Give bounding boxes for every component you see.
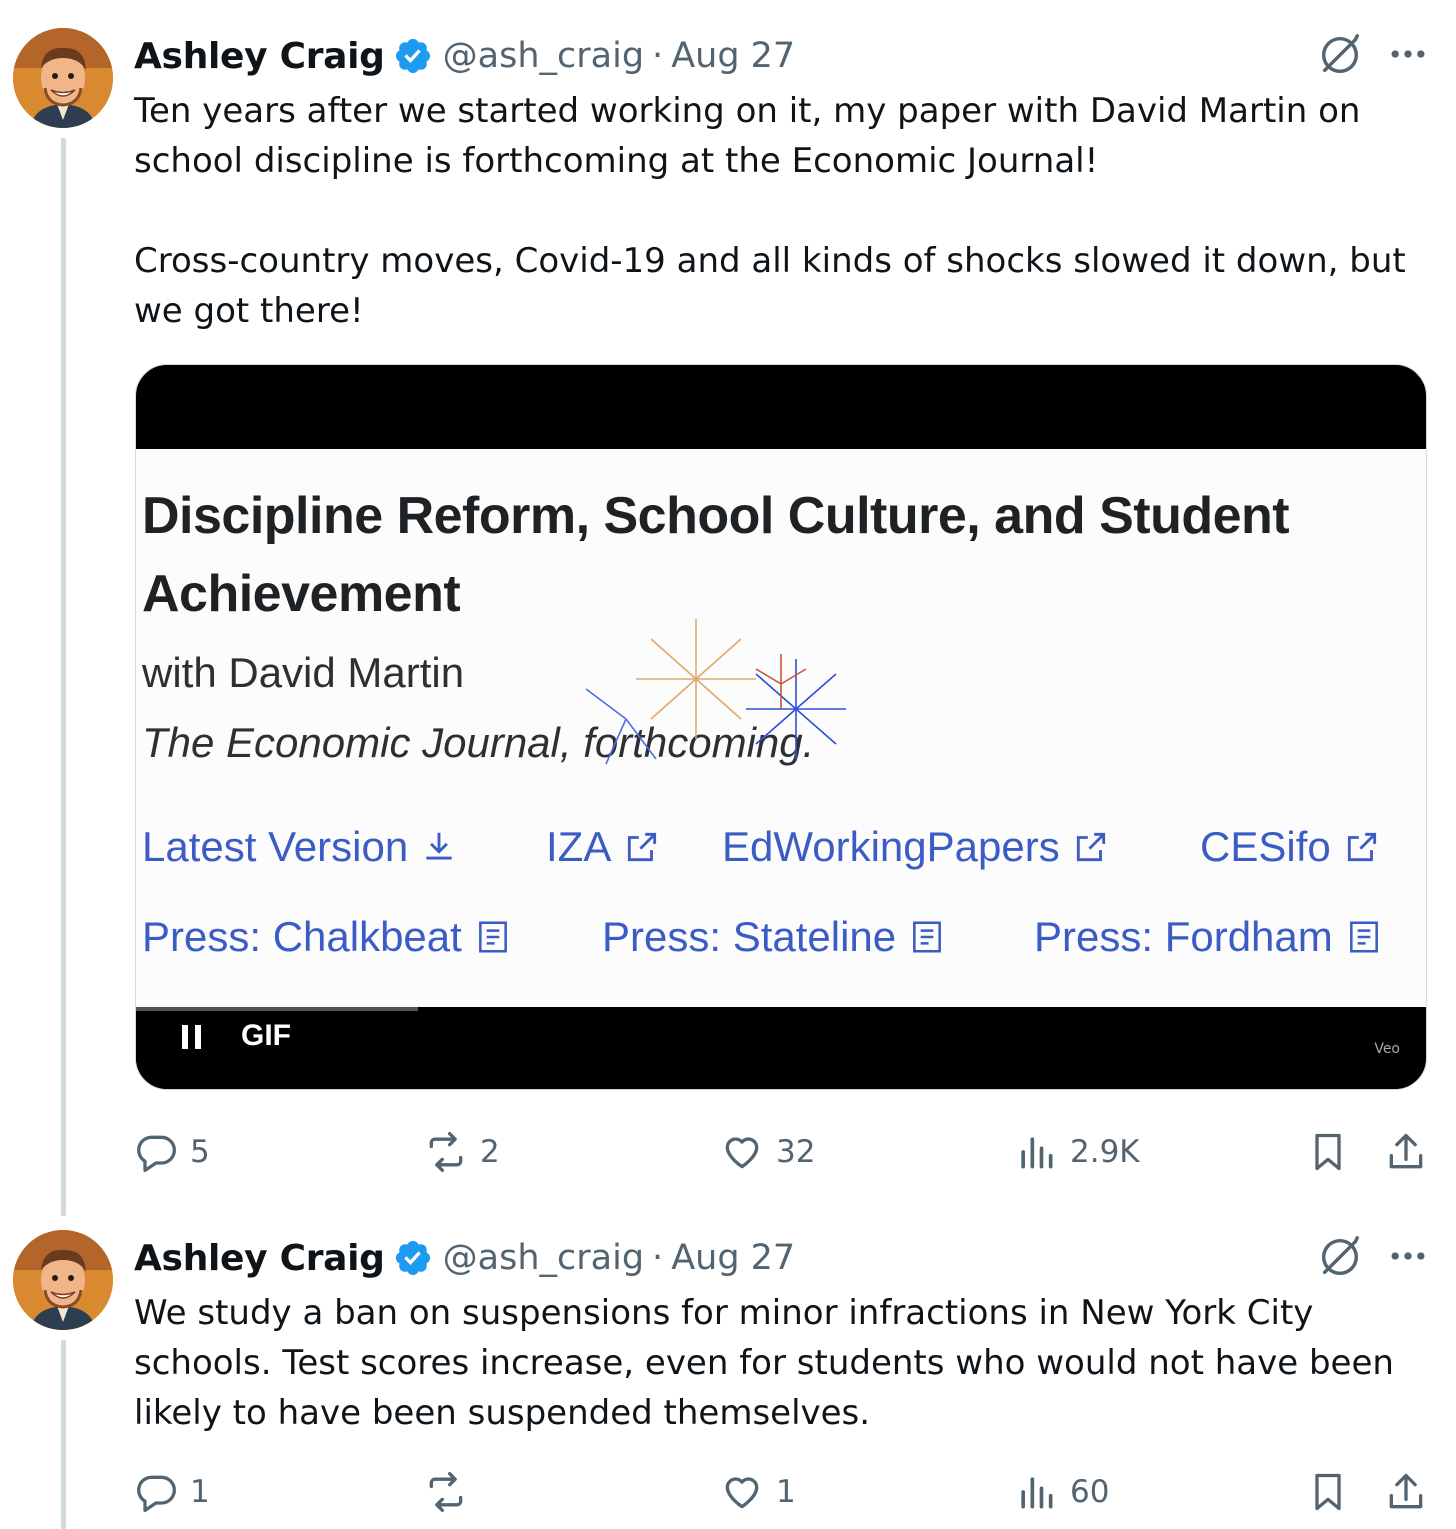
author-handle[interactable]: @ash_craig [443,1238,644,1278]
share-button[interactable] [1384,1466,1440,1518]
article-icon [478,921,507,953]
tweet-text: We study a ban on suspensions for minor … [134,1288,1434,1438]
separator-dot: · [652,1238,664,1278]
bookmark-button[interactable] [1306,1466,1362,1518]
tweet-header: Ashley Craig @ash_craig · Aug 27 [134,30,795,82]
tweet-header: Ashley Craig @ash_craig · Aug 27 [134,1232,795,1284]
separator-dot: · [652,36,664,76]
repost-button[interactable] [424,1466,480,1518]
link-cesifo[interactable]: CESifo [1200,823,1381,871]
more-options-icon[interactable] [1386,32,1430,76]
tweet-text-paragraph: Cross-country moves, Covid-19 and all ki… [134,241,1406,331]
more-options-icon[interactable] [1386,1234,1430,1278]
repost-button[interactable]: 2 [424,1126,500,1178]
author-name[interactable]: Ashley Craig [134,36,385,77]
gif-badge: GIF [241,1019,291,1052]
article-icon [913,921,942,953]
tweet-actions: 5 2 32 2.9K [134,1126,1434,1178]
author-name[interactable]: Ashley Craig [134,1238,385,1279]
press-chalkbeat[interactable]: Press: Chalkbeat [142,913,512,961]
like-button[interactable]: 32 [720,1126,815,1178]
external-link-icon [1076,832,1105,862]
views-chart-icon [1021,1477,1053,1509]
tweet-text-paragraph: We study a ban on suspensions for minor … [134,1293,1394,1433]
tweet-text: Ten years after we started working on it… [134,86,1434,336]
fireworks-animation-icon [585,619,846,765]
reply-icon [137,1135,176,1172]
press-fordham[interactable]: Press: Fordham [1034,913,1383,961]
bookmark-icon [1315,1133,1341,1171]
paper-coauthor: with David Martin [142,649,465,696]
press-stateline[interactable]: Press: Stateline [602,913,946,961]
link-label: IZA [546,823,612,870]
link-edworkingpapers[interactable]: EdWorkingPapers [722,823,1110,871]
verified-badge-icon [395,1240,430,1276]
reply-icon [137,1475,176,1512]
tweet-text-paragraph: Ten years after we started working on it… [134,91,1361,181]
repost-count: 2 [480,1134,500,1170]
author-handle[interactable]: @ash_craig [443,36,644,76]
avatar-illustration-icon [13,1230,113,1330]
like-count: 1 [776,1474,796,1510]
share-icon [1389,1473,1423,1509]
link-label: Press: Fordham [1034,913,1333,960]
link-label: Press: Chalkbeat [142,913,462,960]
post-date[interactable]: Aug 27 [671,36,795,76]
views-button[interactable]: 60 [1014,1466,1109,1518]
grok-icon[interactable] [1317,32,1363,78]
repost-icon [429,1132,463,1172]
verified-badge-icon [395,38,430,74]
views-count: 2.9K [1070,1134,1140,1170]
link-iza[interactable]: IZA [546,823,661,871]
link-label: CESifo [1200,823,1331,870]
share-icon [1389,1133,1423,1169]
download-icon [426,832,452,860]
tweet-actions: 1 1 60 [134,1466,1434,1518]
views-button[interactable]: 2.9K [1014,1126,1140,1178]
reply-button[interactable]: 5 [134,1126,210,1178]
external-link-icon [1347,832,1376,862]
reply-count: 1 [190,1474,210,1510]
pause-icon[interactable] [180,1023,204,1051]
heart-icon [725,1477,759,1509]
gif-progress-bar [136,1007,418,1011]
thread-line [61,138,66,1216]
external-link-icon [628,832,657,862]
repost-icon [429,1472,463,1512]
views-count: 60 [1070,1474,1110,1510]
thread-line [61,1340,66,1529]
avatar[interactable] [13,28,113,128]
like-button[interactable]: 1 [720,1466,796,1518]
heart-icon [725,1137,759,1169]
post-date[interactable]: Aug 27 [671,1238,795,1278]
gif-media[interactable]: Discipline Reform, School Culture, and S… [135,364,1427,1090]
link-label: EdWorkingPapers [722,823,1060,870]
like-count: 32 [776,1134,816,1170]
veo-watermark: Veo [1374,1041,1400,1057]
views-chart-icon [1021,1137,1053,1169]
bookmark-button[interactable] [1306,1126,1362,1178]
link-label: Latest Version [142,823,409,870]
link-latest-version[interactable]: Latest Version [142,823,458,871]
avatar-illustration-icon [13,28,113,128]
avatar[interactable] [13,1230,113,1330]
reply-button[interactable]: 1 [134,1466,210,1518]
reply-count: 5 [190,1134,210,1170]
link-label: Press: Stateline [602,913,897,960]
article-icon [1349,921,1378,953]
grok-icon[interactable] [1317,1234,1363,1280]
bookmark-icon [1315,1473,1341,1511]
share-button[interactable] [1384,1126,1440,1178]
gif-controls-bar [136,1007,1426,1089]
gif-frame: Discipline Reform, School Culture, and S… [136,449,1426,1007]
